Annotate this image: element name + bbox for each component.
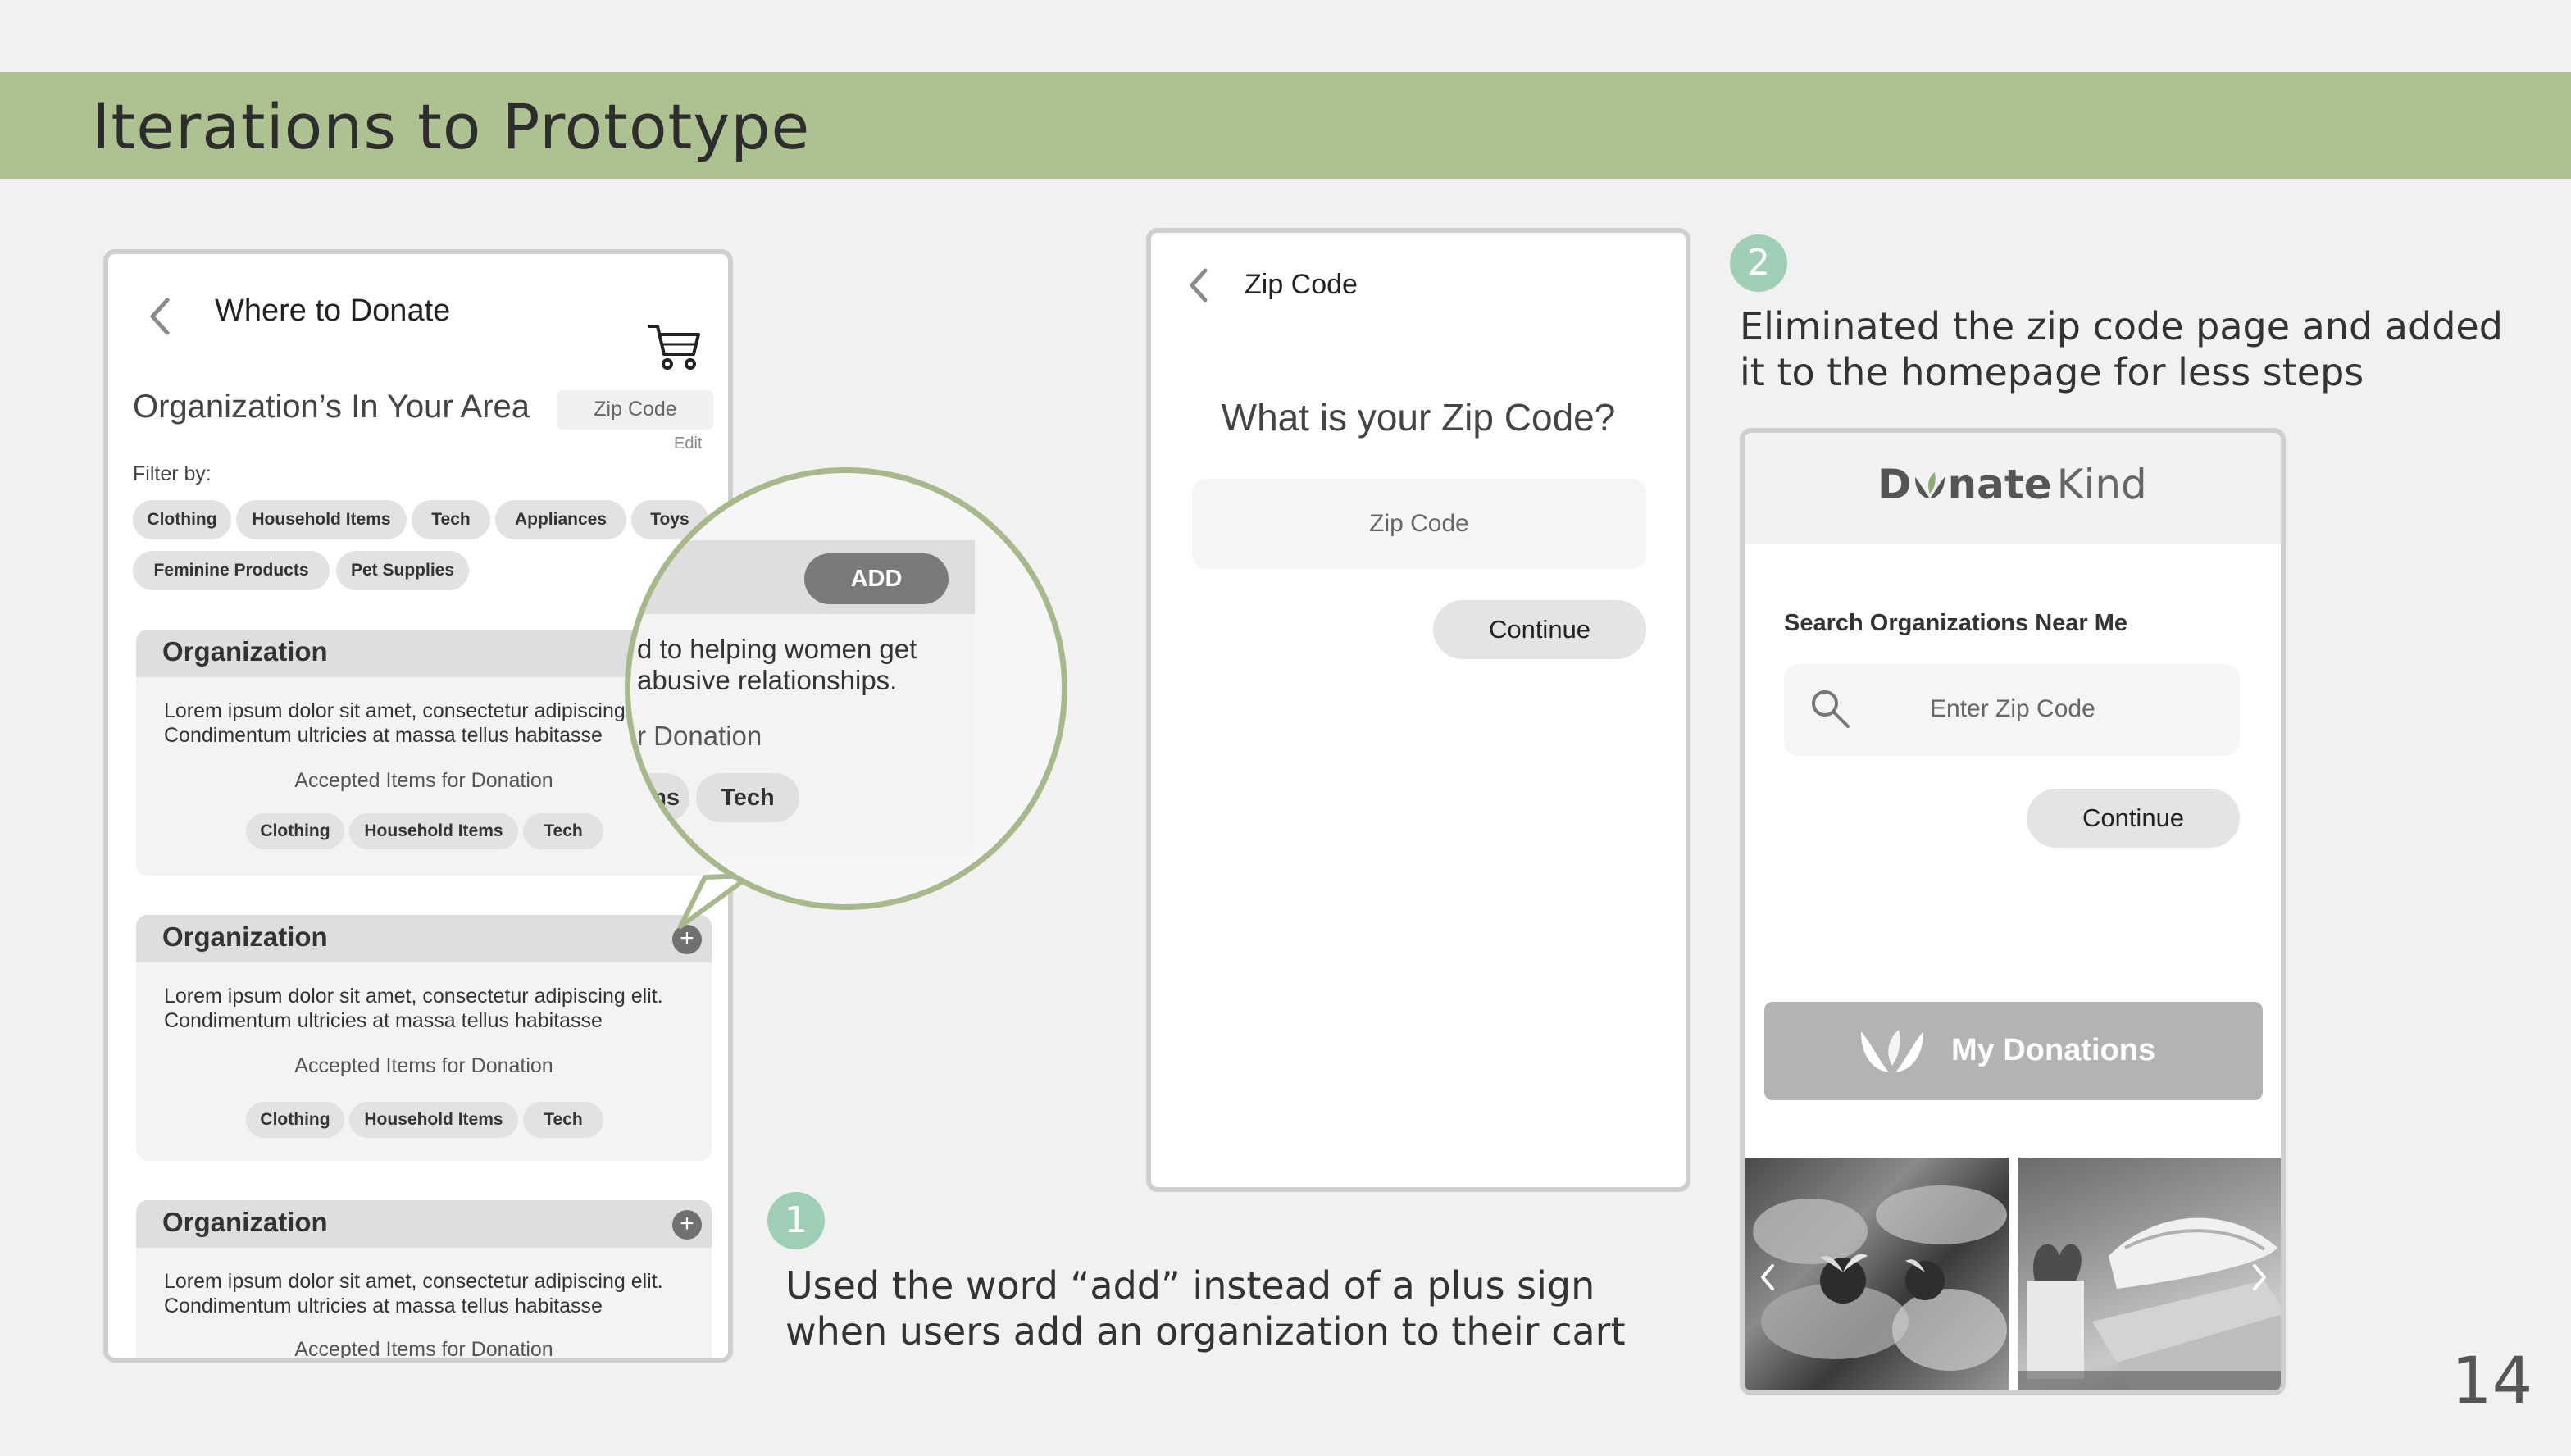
- add-plus-icon[interactable]: +: [672, 1210, 702, 1240]
- zip-code-screen: Zip Code What is your Zip Code? Zip Code…: [1146, 228, 1690, 1192]
- accepted-items-label: Accepted Items for Donation: [294, 1338, 553, 1361]
- leaf-hands-icon: [1861, 1030, 1923, 1072]
- carousel-image-donation-box: [2018, 1158, 2281, 1390]
- card-title: Organization: [162, 636, 328, 667]
- cart-button[interactable]: [646, 320, 703, 372]
- zoom-chip-partial: ems: [630, 773, 689, 822]
- continue-button[interactable]: Continue: [2027, 789, 2240, 848]
- zoom-description-line1: d to helping women get: [637, 634, 917, 664]
- continue-button[interactable]: Continue: [1433, 600, 1646, 659]
- zoom-description-line2: abusive relationships.: [637, 665, 898, 695]
- accepted-items-label: Accepted Items for Donation: [294, 769, 553, 792]
- search-label: Search Organizations Near Me: [1784, 610, 2128, 636]
- donatekind-logo: D nate Kind: [1877, 461, 2147, 518]
- continue-button-label: Continue: [2082, 803, 2185, 832]
- header-title: Where to Donate: [215, 293, 451, 328]
- my-donations-label: My Donations: [1951, 1033, 2156, 1067]
- zip-search-placeholder: Enter Zip Code: [1930, 695, 2095, 722]
- filter-chip-appliances[interactable]: Appliances: [495, 500, 626, 539]
- filter-chip-clothing[interactable]: Clothing: [133, 500, 231, 539]
- zip-code-placeholder: Zip Code: [1369, 510, 1469, 537]
- item-chip-household-items: Household Items: [349, 813, 518, 849]
- back-button[interactable]: [1184, 264, 1213, 305]
- filter-chip-pet-supplies[interactable]: Pet Supplies: [336, 551, 469, 590]
- cart-icon: [648, 325, 700, 370]
- card-description: Lorem ipsum dolor sit amet, consectetur …: [164, 985, 663, 1032]
- item-chip-tech: Tech: [523, 813, 603, 849]
- leaf-hands-icon: [1914, 472, 1945, 498]
- zip-question: What is your Zip Code?: [1221, 396, 1616, 439]
- zoom-donation-label: r Donation: [637, 721, 762, 751]
- zip-code-field[interactable]: Zip Code: [557, 390, 713, 430]
- card-description: Lorem ipsum dolor sit amet, consectetur …: [164, 1270, 663, 1317]
- item-chip-tech: Tech: [523, 1102, 603, 1138]
- item-chip-household-items: Household Items: [349, 1102, 518, 1138]
- filter-chip-feminine-products[interactable]: Feminine Products: [133, 551, 330, 590]
- logo-letter-d: D: [1877, 461, 1912, 508]
- card-title: Organization: [162, 921, 328, 952]
- folded-clothes-box-illustration: [2018, 1217, 2281, 1390]
- annotation-2-line2: it to the homepage for less steps: [1740, 350, 2364, 394]
- my-donations-button[interactable]: My Donations: [1764, 1002, 2263, 1100]
- zip-search-field[interactable]: Enter Zip Code: [1784, 664, 2240, 756]
- annotation-2-line1: Eliminated the zip code page and added: [1740, 304, 2503, 348]
- chevron-left-icon: [150, 298, 170, 335]
- item-chip-clothing: Clothing: [246, 813, 344, 849]
- add-button[interactable]: ADD: [804, 553, 949, 604]
- filter-label: Filter by:: [133, 462, 212, 485]
- filter-chip-household-items[interactable]: Household Items: [236, 500, 407, 539]
- item-chip-clothing: Clothing: [246, 1102, 344, 1138]
- organization-card[interactable]: Organization + Lorem ipsum dolor sit ame…: [136, 915, 712, 1161]
- carousel-prev-icon[interactable]: [1756, 1261, 1779, 1294]
- continue-button-label: Continue: [1488, 615, 1591, 644]
- carousel-image-plants-in-hands: [1745, 1158, 2009, 1390]
- hands-with-seedlings-illustration: [1753, 1185, 2007, 1371]
- back-button[interactable]: [144, 290, 177, 339]
- logo-word-kind: Kind: [2056, 461, 2147, 508]
- zoom-chip-tech-label: Tech: [721, 785, 775, 811]
- card-description: Lorem ipsum dolor sit amet, consectetur …: [164, 699, 663, 747]
- filter-chip-tech[interactable]: Tech: [412, 500, 490, 539]
- zip-code-input[interactable]: Zip Code: [1192, 479, 1646, 569]
- page-number: 14: [2451, 1345, 2533, 1418]
- annotation-1-line2: when users add an organization to their …: [785, 1309, 1626, 1354]
- chevron-left-icon: [1190, 268, 1208, 303]
- search-icon: [1812, 690, 1850, 728]
- zoom-chip-partial-label: ems: [631, 785, 680, 811]
- add-button-label: ADD: [850, 566, 903, 592]
- header-title: Zip Code: [1245, 269, 1358, 300]
- step-badge-2: 2: [1730, 234, 1787, 292]
- zoom-magnifier: ADD d to helping women get abusive relat…: [625, 467, 1067, 910]
- logo-word-nate: nate: [1947, 461, 2052, 508]
- annotation-1-line1: Used the word “add” instead of a plus si…: [785, 1263, 1595, 1308]
- accepted-items-label: Accepted Items for Donation: [294, 1054, 553, 1077]
- slide-title: Iterations to Prototype: [92, 90, 811, 163]
- organization-card[interactable]: Organization + Lorem ipsum dolor sit ame…: [136, 1200, 712, 1361]
- card-title: Organization: [162, 1207, 328, 1237]
- section-title: Organization’s In Your Area: [133, 389, 530, 425]
- zip-code-placeholder: Zip Code: [594, 398, 677, 421]
- donatekind-home-screen: D nate Kind Search Organizations Near Me …: [1740, 428, 2286, 1395]
- zoom-chip-tech: Tech: [696, 773, 799, 822]
- carousel-next-icon[interactable]: [2248, 1261, 2271, 1294]
- step-badge-1: 1: [767, 1192, 825, 1249]
- edit-link[interactable]: Edit: [674, 435, 702, 453]
